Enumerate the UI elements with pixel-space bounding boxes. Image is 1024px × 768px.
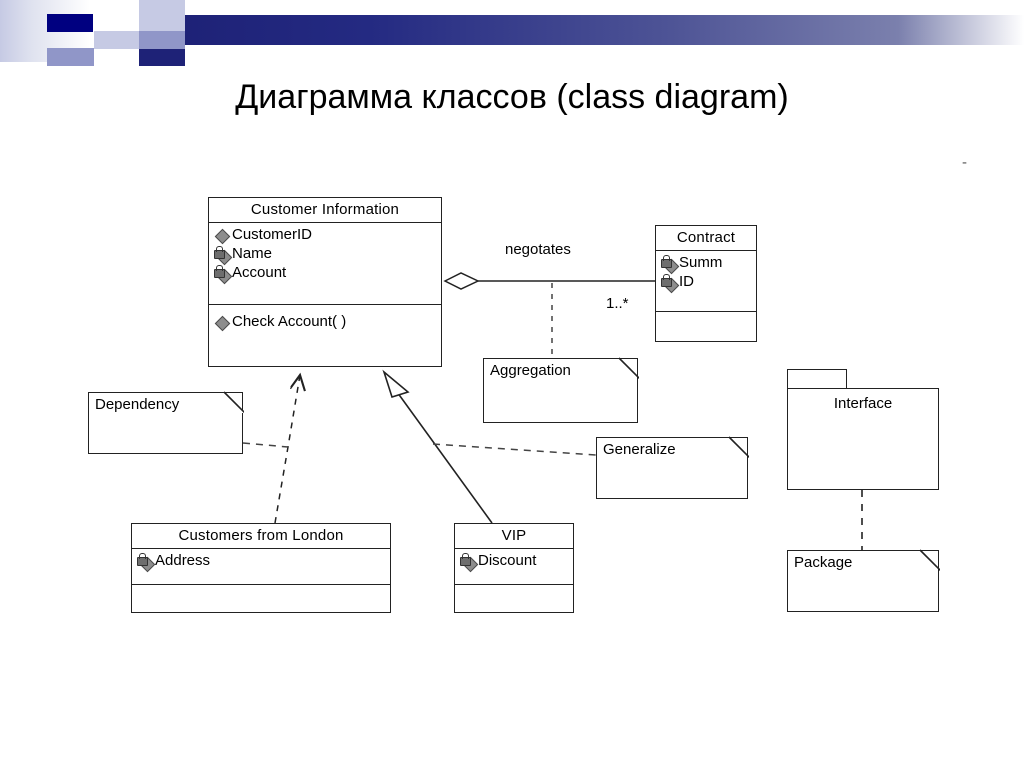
note-dependency[interactable]: Dependency: [88, 391, 244, 454]
class-attributes-customers-from-london: Address: [132, 549, 390, 585]
class-name-customers-from-london: Customers from London: [132, 524, 390, 549]
class-operations-customer-information: Check Account( ): [209, 305, 441, 335]
attribute-label: Discount: [478, 552, 537, 569]
attribute-label: Summ: [679, 254, 723, 271]
dependency-edge: [274, 375, 300, 524]
class-name-vip: VIP: [455, 524, 573, 549]
private-visibility-icon: [661, 274, 680, 294]
note-fold-corner: [618, 357, 639, 380]
class-attribute[interactable]: ID: [661, 273, 752, 294]
dependency-note-anchor: [242, 442, 289, 448]
operation-label: Check Account( ): [232, 313, 347, 330]
class-attribute[interactable]: Account: [214, 264, 437, 285]
note-package[interactable]: Package: [787, 549, 940, 612]
class-operation[interactable]: Check Account( ): [214, 313, 437, 332]
class-box-customer-information[interactable]: Customer Information CustomerID Name Acc…: [208, 197, 442, 367]
private-visibility-icon: [137, 553, 156, 573]
note-fold-corner: [919, 549, 940, 572]
aggregation-edge: [443, 272, 655, 290]
association-label-negotates: negotates: [505, 241, 571, 258]
class-operations-customers-from-london: [132, 585, 390, 590]
class-attribute[interactable]: Name: [214, 245, 437, 266]
class-attribute[interactable]: CustomerID: [214, 226, 437, 245]
note-label: Package: [794, 554, 853, 571]
attribute-label: CustomerID: [232, 226, 313, 243]
class-attributes-vip: Discount: [455, 549, 573, 585]
class-name-contract: Contract: [656, 226, 756, 251]
note-fold-corner: [728, 436, 749, 459]
class-attributes-customer-information: CustomerID Name Account: [209, 223, 441, 305]
public-visibility-icon: [214, 227, 231, 245]
public-visibility-icon: [214, 314, 231, 332]
generalize-note-anchor: [432, 443, 597, 456]
class-diagram-canvas: negotates 1..* Customer Information Cust…: [0, 0, 1024, 768]
class-operations-vip: [455, 585, 573, 590]
package-tab: [787, 369, 847, 389]
note-label: Aggregation: [490, 362, 571, 379]
note-label: Dependency: [95, 396, 180, 413]
private-visibility-icon: [661, 255, 680, 275]
note-label: Generalize: [603, 441, 676, 458]
class-attribute[interactable]: Discount: [460, 552, 569, 573]
class-attribute[interactable]: Summ: [661, 254, 752, 275]
package-label: Interface: [833, 395, 893, 412]
attribute-label: Address: [155, 552, 211, 569]
note-fold-corner: [223, 391, 244, 414]
package-interface[interactable]: Interface: [787, 369, 939, 490]
private-visibility-icon: [460, 553, 479, 573]
note-aggregation[interactable]: Aggregation: [483, 357, 639, 423]
class-attributes-contract: Summ ID: [656, 251, 756, 312]
note-generalize[interactable]: Generalize: [596, 436, 749, 499]
attribute-label: Account: [232, 264, 287, 281]
attribute-label: Name: [232, 245, 273, 262]
class-operations-contract: [656, 312, 756, 317]
attribute-label: ID: [679, 273, 694, 290]
multiplicity-target: 1..*: [606, 295, 629, 312]
class-box-vip[interactable]: VIP Discount: [454, 523, 574, 613]
private-visibility-icon: [214, 265, 233, 285]
class-box-customers-from-london[interactable]: Customers from London Address: [131, 523, 391, 613]
private-visibility-icon: [214, 246, 233, 266]
class-box-contract[interactable]: Contract Summ ID: [655, 225, 757, 342]
class-name-customer-information: Customer Information: [209, 198, 441, 223]
class-attribute[interactable]: Address: [137, 552, 386, 573]
